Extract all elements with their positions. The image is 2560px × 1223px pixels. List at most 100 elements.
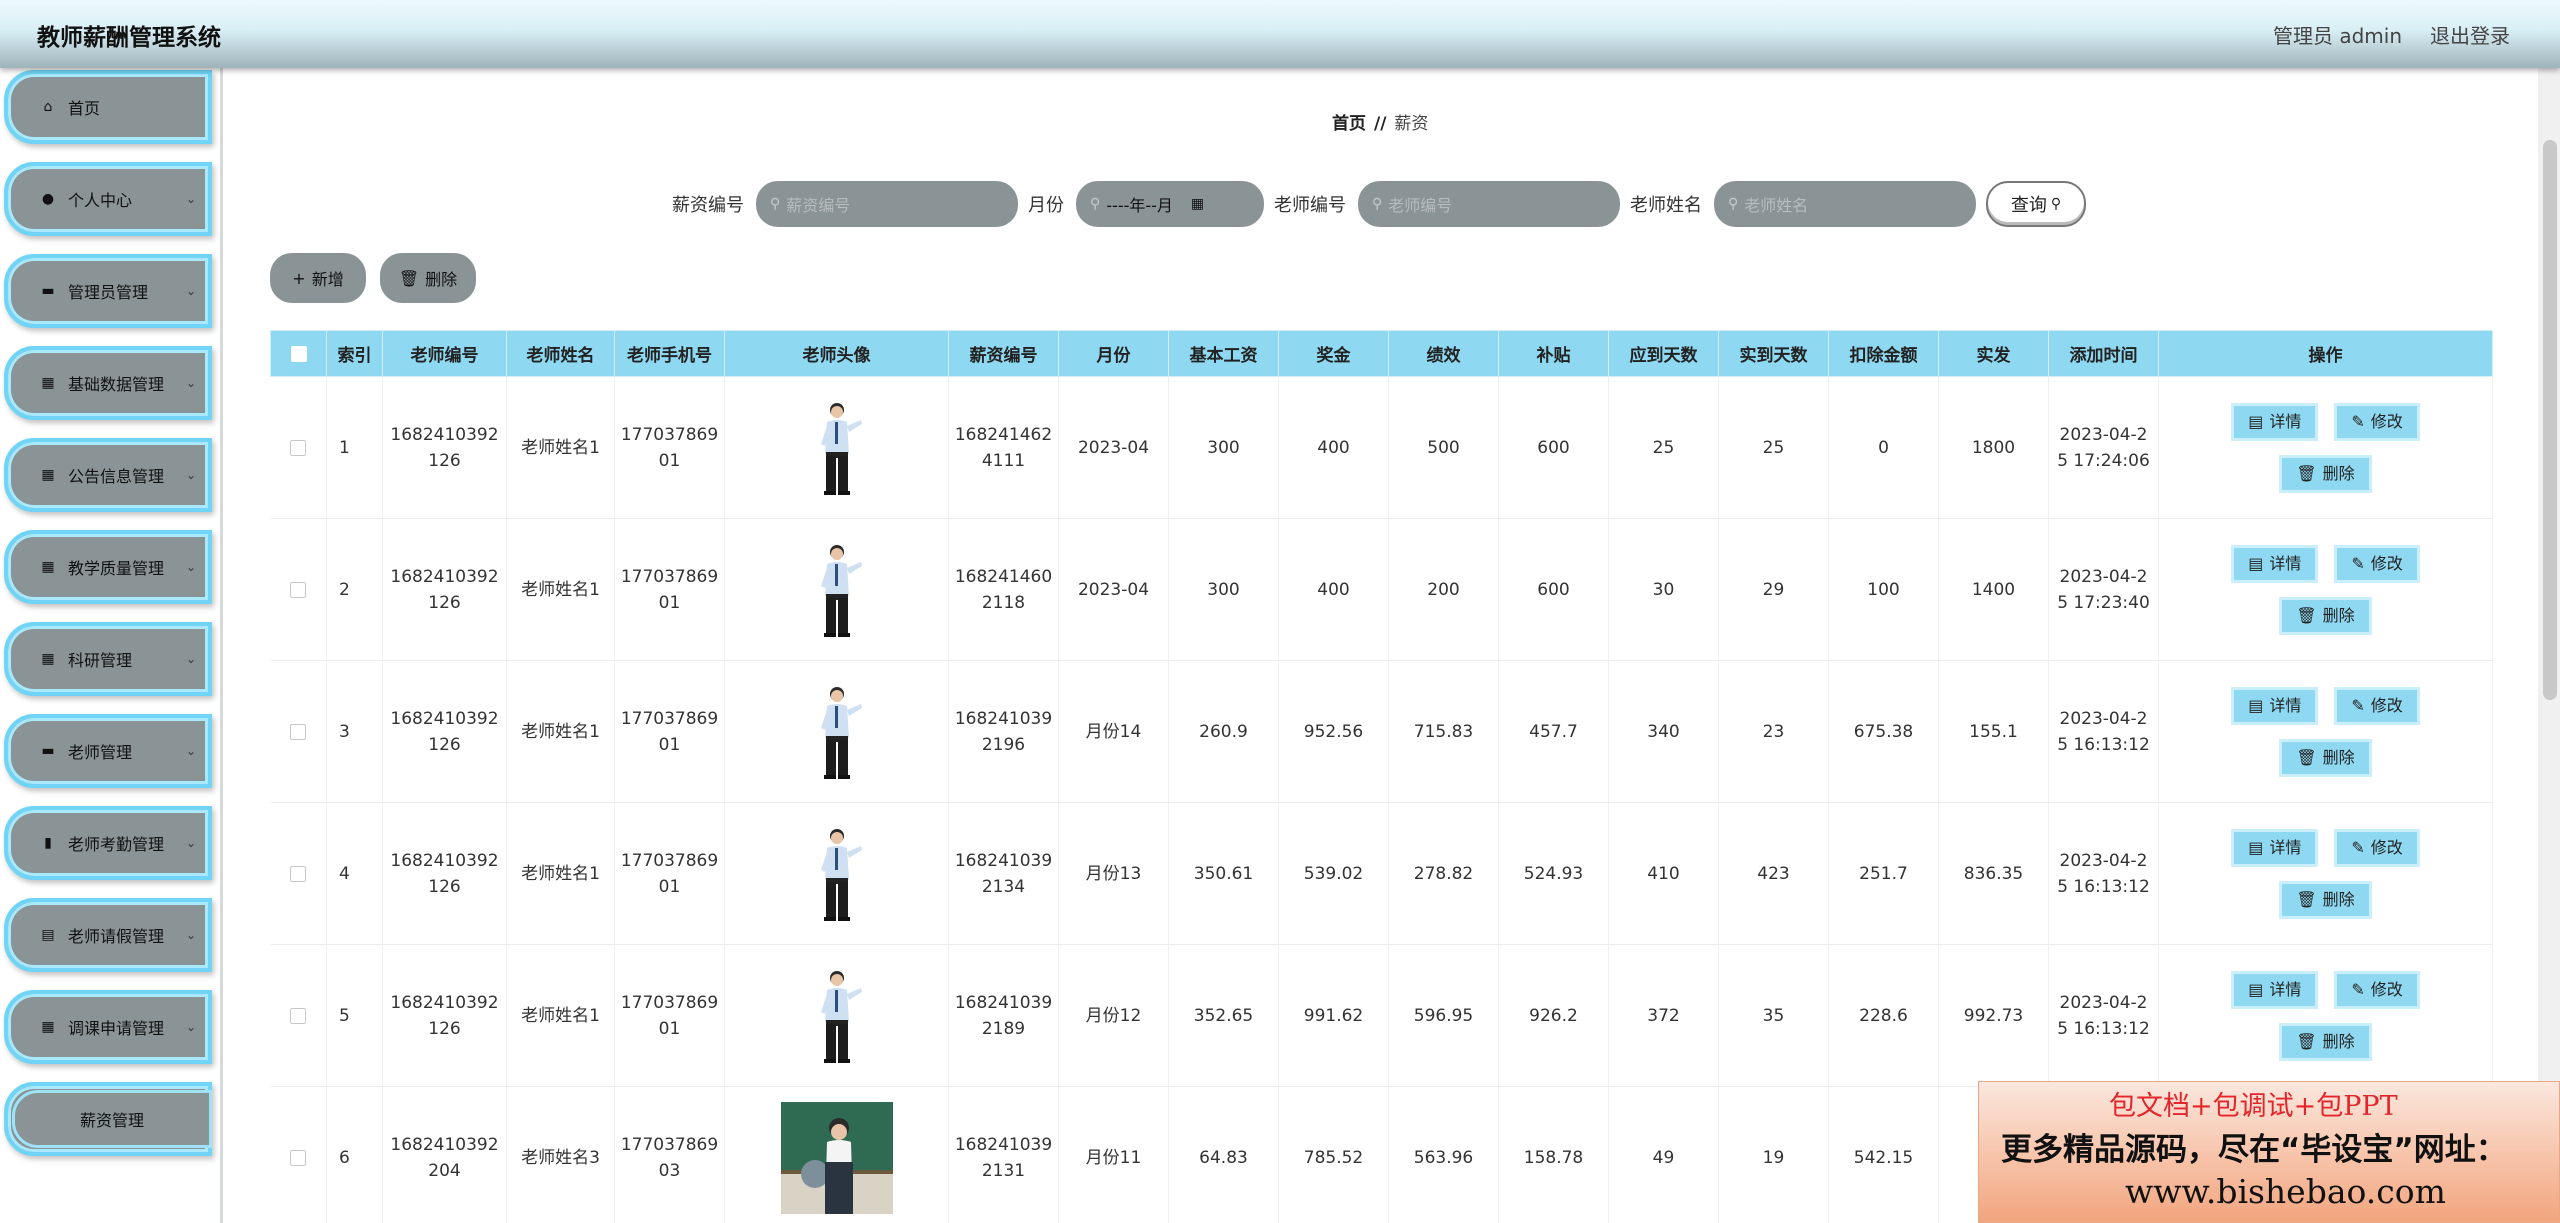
sidebar-item-10[interactable]: ▦ 调课申请管理 ⌄ — [4, 990, 212, 1064]
logout-link[interactable]: 退出登录 — [2430, 20, 2510, 49]
breadcrumb: 首页 // 薪资 — [1332, 109, 1428, 134]
sidebar-item-1[interactable]: ● 个人中心 ⌄ — [4, 162, 212, 236]
table-cell: 410 — [1608, 802, 1719, 945]
table-cell: 1682410392 204 — [382, 1086, 507, 1223]
sidebar-item-label: 首页 — [68, 99, 101, 118]
row-checkbox[interactable] — [290, 439, 307, 456]
table-cell: 177037869 01 — [614, 376, 725, 519]
scrollbar[interactable] — [2538, 68, 2560, 1223]
teacher-name-input[interactable]: ⚲ 老师姓名 — [1714, 181, 1976, 227]
edit-button[interactable]: ✎修改 — [2334, 828, 2420, 867]
detail-button[interactable]: ▤详情 — [2231, 544, 2319, 583]
row-actions-cell: ▤详情 ✎修改 🗑删除 — [2158, 802, 2493, 945]
sidebar-item-6[interactable]: ▦ 科研管理 ⌄ — [4, 622, 212, 696]
sidebar-item-label: 科研管理 — [68, 651, 133, 670]
column-header: 索引 — [326, 330, 383, 377]
select-all-checkbox[interactable] — [290, 345, 307, 362]
table-cell: 168241039 2134 — [948, 802, 1059, 945]
row-select-cell[interactable] — [270, 660, 327, 803]
row-checkbox[interactable] — [290, 723, 307, 740]
column-header: 月份 — [1058, 330, 1169, 377]
sidebar-item-0[interactable]: ⌂ 首页 — [4, 70, 212, 144]
row-delete-button[interactable]: 🗑删除 — [2279, 1022, 2372, 1061]
table-cell: 1400 — [1938, 518, 2049, 661]
column-header: 应到天数 — [1608, 330, 1719, 377]
document-icon: ▤ — [2248, 979, 2264, 999]
table-cell: 158.78 — [1498, 1086, 1609, 1223]
detail-button[interactable]: ▤详情 — [2231, 686, 2319, 725]
sidebar-item-label: 老师请假管理 — [68, 927, 165, 946]
column-header: 扣除金额 — [1828, 330, 1939, 377]
pencil-icon: ✎ — [2351, 695, 2365, 715]
table-row: 1 1682410392 126 老师姓名1 177037869 01 168241462 4… — [270, 376, 2493, 519]
row-select-cell[interactable] — [270, 802, 327, 945]
month-label: 月份 — [1028, 195, 1064, 216]
table-cell: 老师姓名3 — [506, 1086, 615, 1223]
table-cell: 30 — [1608, 518, 1719, 661]
add-label: 新增 — [311, 270, 344, 289]
search-bar: 薪资编号 ⚲ 薪资编号 月份 ⚲ ----年--月 ▦ 老师编号 ⚲ 老师编号 老师姓名… — [672, 180, 2086, 228]
sidebar-item-label: 基础数据管理 — [68, 375, 165, 394]
table-cell: 25 — [1608, 376, 1719, 519]
table-cell: 836.35 — [1938, 802, 2049, 945]
row-delete-button[interactable]: 🗑删除 — [2279, 738, 2372, 777]
table-cell: 4 — [326, 802, 383, 945]
column-header: 老师手机号 — [614, 330, 725, 377]
row-delete-button[interactable]: 🗑删除 — [2279, 596, 2372, 635]
table-cell: 300 — [1168, 518, 1279, 661]
detail-button[interactable]: ▤详情 — [2231, 828, 2319, 867]
sidebar-item-8[interactable]: ▮ 老师考勤管理 ⌄ — [4, 806, 212, 880]
sidebar-item-4[interactable]: ▦ 公告信息管理 ⌄ — [4, 438, 212, 512]
salary-no-input[interactable]: ⚲ 薪资编号 — [756, 181, 1018, 227]
month-input[interactable]: ⚲ ----年--月 ▦ — [1076, 181, 1264, 227]
edit-label: 修改 — [2370, 837, 2403, 857]
scrollbar-thumb[interactable] — [2543, 140, 2557, 700]
sidebar-item-2[interactable]: ▬ 管理员管理 ⌄ — [4, 254, 212, 328]
trash-icon: 🗑 — [398, 268, 420, 288]
column-header: 绩效 — [1388, 330, 1499, 377]
table-cell: 2023-04 — [1058, 376, 1169, 519]
detail-button[interactable]: ▤详情 — [2231, 402, 2319, 441]
table-cell: 675.38 — [1828, 660, 1939, 803]
calendar-icon[interactable]: ▦ — [1191, 196, 1204, 212]
search-icon: ⚲ — [2050, 196, 2062, 212]
row-select-cell[interactable] — [270, 944, 327, 1087]
edit-button[interactable]: ✎修改 — [2334, 686, 2420, 725]
select-all-cell[interactable] — [270, 330, 327, 377]
row-select-cell[interactable] — [270, 1086, 327, 1223]
row-select-cell[interactable] — [270, 376, 327, 519]
edit-button[interactable]: ✎修改 — [2334, 402, 2420, 441]
table-cell: 35 — [1718, 944, 1829, 1087]
edit-button[interactable]: ✎修改 — [2334, 544, 2420, 583]
sidebar-subitem-salary[interactable]: 薪资管理 — [12, 1090, 212, 1148]
detail-button[interactable]: ▤详情 — [2231, 970, 2319, 1009]
row-checkbox[interactable] — [290, 1007, 307, 1024]
breadcrumb-home[interactable]: 首页 — [1332, 114, 1366, 134]
search-icon: ⚲ — [1090, 196, 1101, 212]
row-checkbox[interactable] — [290, 581, 307, 598]
row-checkbox[interactable] — [290, 865, 307, 882]
add-button[interactable]: + 新增 — [270, 253, 366, 303]
sidebar-item-5[interactable]: ▦ 教学质量管理 ⌄ — [4, 530, 212, 604]
edit-button[interactable]: ✎修改 — [2334, 970, 2420, 1009]
teacher-no-input[interactable]: ⚲ 老师编号 — [1358, 181, 1620, 227]
trash-icon: 🗑 — [2296, 463, 2317, 483]
sidebar-item-9[interactable]: ▤ 老师请假管理 ⌄ — [4, 898, 212, 972]
teacher-name-label: 老师姓名 — [1630, 195, 1702, 216]
row-delete-button[interactable]: 🗑删除 — [2279, 454, 2372, 493]
table-row: 2 1682410392 126 老师姓名1 177037869 01 168241460 2… — [270, 518, 2493, 661]
sidebar-item-7[interactable]: ▬ 老师管理 ⌄ — [4, 714, 212, 788]
app-title: 教师薪酬管理系统 — [37, 25, 221, 51]
ad-banner[interactable]: 包文档+包调试+包PPT 更多精品源码，尽在“毕设宝”网址： www.bishe… — [1978, 1081, 2560, 1223]
delete-button[interactable]: 🗑 删除 — [380, 253, 476, 303]
sidebar-item-3[interactable]: ▦ 基础数据管理 ⌄ — [4, 346, 212, 420]
query-button[interactable]: 查询 ⚲ — [1986, 181, 2086, 227]
row-delete-button[interactable]: 🗑删除 — [2279, 880, 2372, 919]
teacher-avatar — [807, 398, 867, 498]
table-cell: 月份12 — [1058, 944, 1169, 1087]
row-checkbox[interactable] — [290, 1149, 307, 1166]
table-row: 4 1682410392 126 老师姓名1 177037869 01 168241039 2… — [270, 802, 2493, 945]
row-select-cell[interactable] — [270, 518, 327, 661]
table-cell: 177037869 01 — [614, 944, 725, 1087]
current-user[interactable]: 管理员 admin — [2273, 20, 2402, 49]
